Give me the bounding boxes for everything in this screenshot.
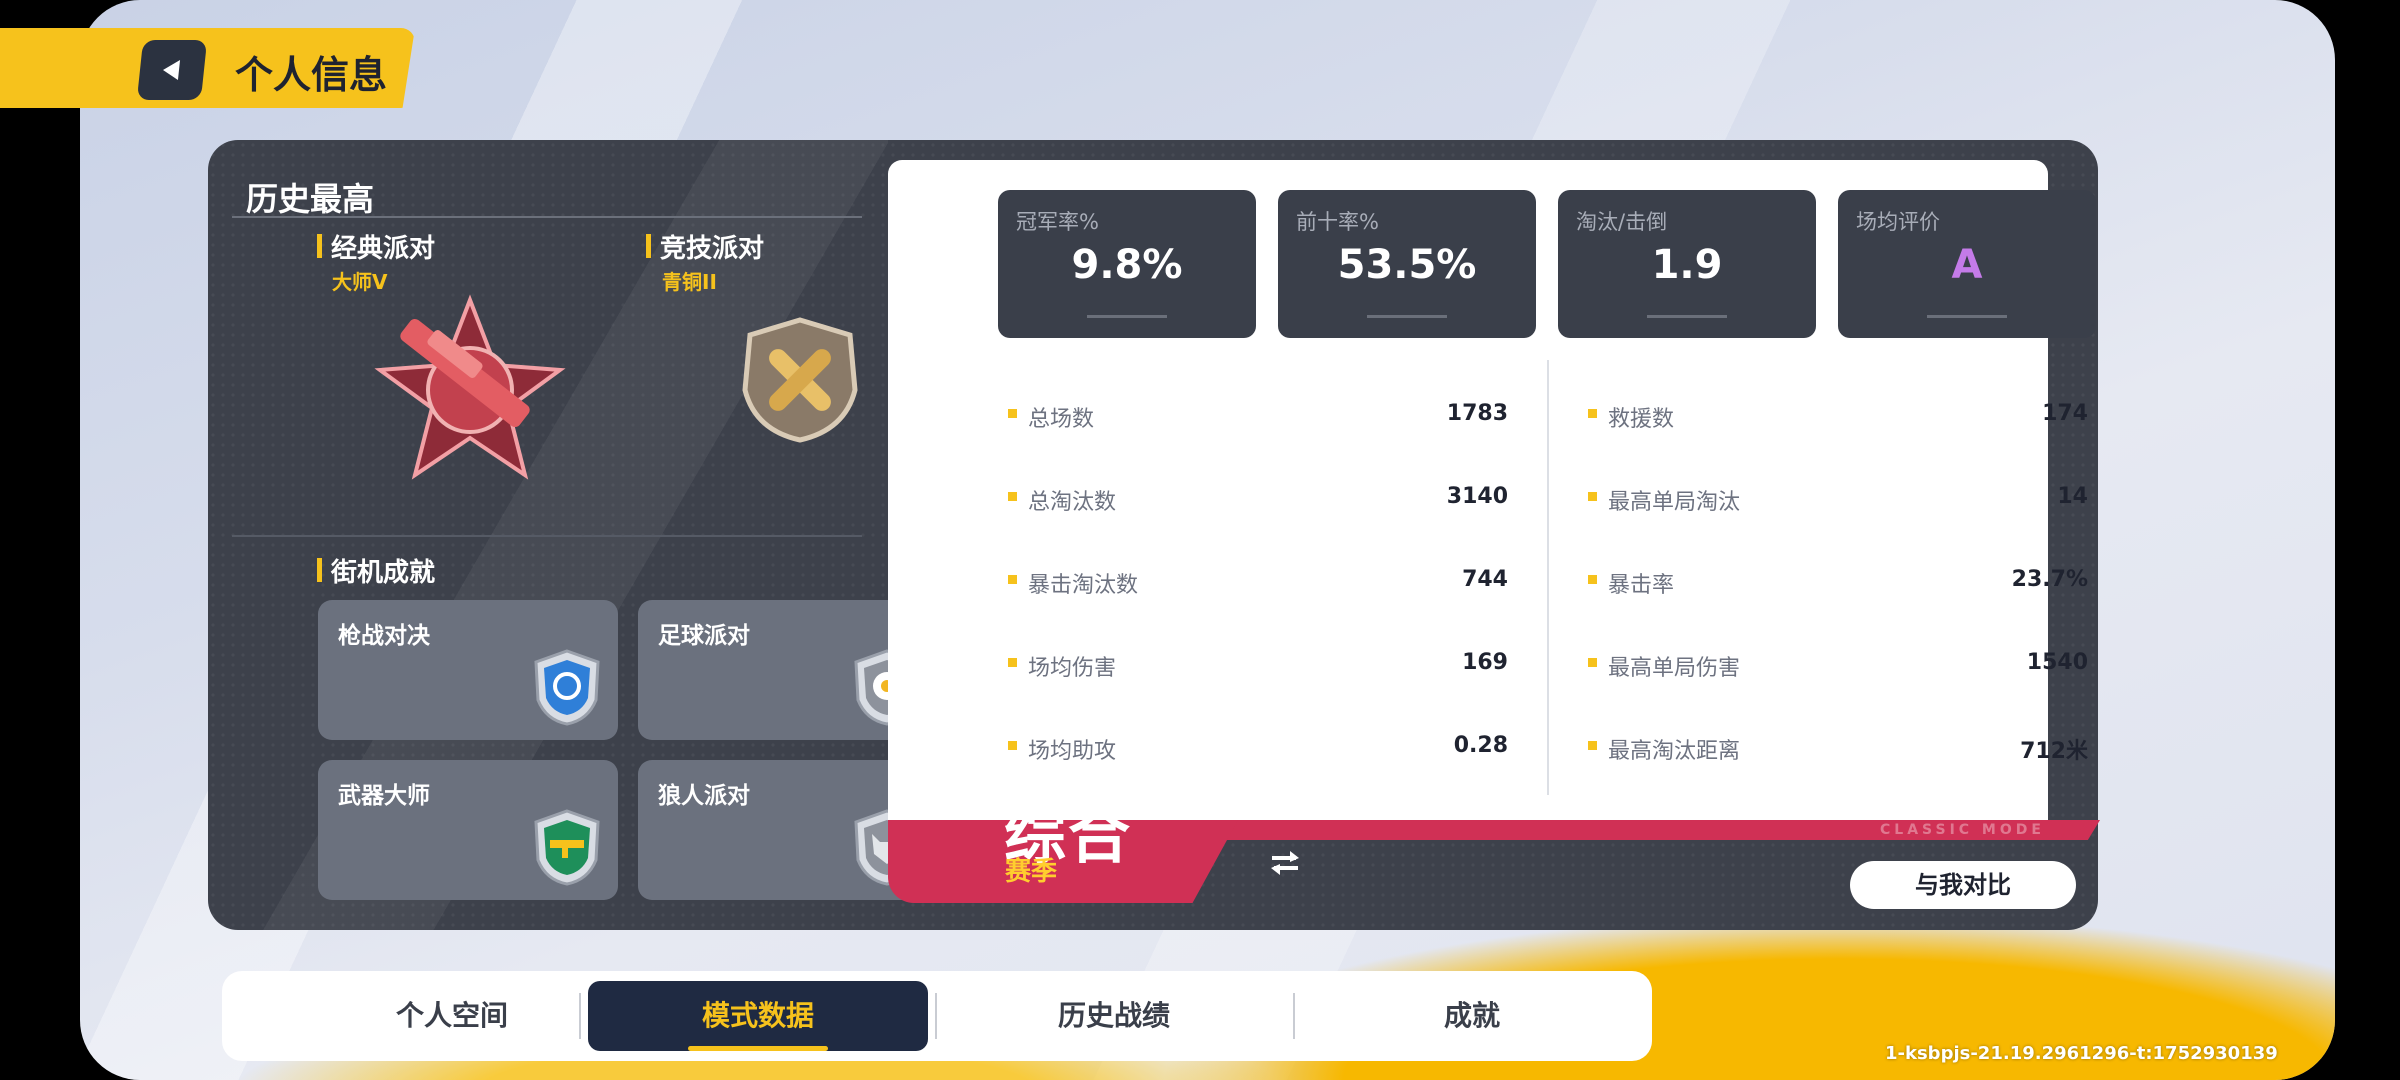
bullet <box>1008 492 1017 501</box>
bronze-rank-emblem-icon[interactable] <box>735 315 865 445</box>
stat-row-value: 169 <box>1462 650 1508 675</box>
bullet <box>1588 409 1597 418</box>
stat-row-label: 暴击淘汰数 <box>1028 573 1139 598</box>
tab-achievements[interactable]: 成就 <box>1302 971 1642 1061</box>
stat-row-value: 0.28 <box>1453 733 1508 758</box>
achievement-label: 武器大师 <box>338 783 430 809</box>
tab-personal-space[interactable]: 个人空间 <box>282 971 622 1061</box>
stat-label: 冠军率% <box>1016 210 1099 234</box>
stat-value: 9.8% <box>1071 242 1183 288</box>
achievement-label: 狼人派对 <box>658 783 750 809</box>
achievement-label: 足球派对 <box>658 623 750 649</box>
stat-row-total-kills: 总淘汰数 3140 <box>1008 478 1508 518</box>
stat-row-value: 3140 <box>1446 484 1508 509</box>
divider <box>232 216 862 218</box>
page-title: 个人信息 <box>235 53 388 97</box>
stat-win-rate: 冠军率% 9.8% <box>998 190 1256 338</box>
ranked-mode-rank: 青铜II <box>662 270 717 294</box>
stat-row-total-matches: 总场数 1783 <box>1008 395 1508 435</box>
stat-row-label: 总场数 <box>1028 407 1095 432</box>
bullet <box>1588 658 1597 667</box>
tab-separator <box>579 993 581 1039</box>
bullet <box>1588 492 1597 501</box>
bullet <box>1008 409 1017 418</box>
stat-row-label: 最高单局伤害 <box>1608 656 1741 681</box>
stat-row-label: 总淘汰数 <box>1028 490 1117 515</box>
tab-separator <box>1293 993 1295 1039</box>
stat-value: 1.9 <box>1651 242 1723 288</box>
stat-row-avg-damage: 场均伤害 169 <box>1008 644 1508 684</box>
gunfight-badge-icon <box>534 649 600 726</box>
stat-value: A <box>1951 242 1983 288</box>
divider <box>232 535 862 537</box>
build-version-text: 1-ksbpjs-21.19.2961296-t:1752930139 <box>1885 1043 2278 1064</box>
tab-match-history[interactable]: 历史战绩 <box>944 971 1284 1061</box>
back-arrow-icon <box>163 60 181 80</box>
stat-row-label: 最高淘汰距离 <box>1608 739 1741 764</box>
stat-row-value: 1540 <box>2026 650 2088 675</box>
stat-row-value: 1783 <box>1446 401 1508 426</box>
stat-underline <box>1367 315 1447 318</box>
stat-row-label: 暴击率 <box>1608 573 1675 598</box>
weapon-master-badge-icon <box>534 809 600 886</box>
stat-row-crit-kills: 暴击淘汰数 744 <box>1008 561 1508 601</box>
stat-row-label: 场均伤害 <box>1028 656 1117 681</box>
column-divider <box>1547 360 1549 795</box>
stat-row-avg-assists: 场均助攻 0.28 <box>1008 727 1508 767</box>
history-title: 历史最高 <box>246 180 375 218</box>
stat-row-value: 712米 <box>2020 739 2088 764</box>
stat-row-label: 救援数 <box>1608 407 1675 432</box>
arcade-title: 街机成就 <box>317 552 435 589</box>
stat-row-crit-rate: 暴击率 23.7% <box>1588 561 2088 601</box>
bullet <box>1588 575 1597 584</box>
stat-row-rescues: 救援数 174 <box>1588 395 2088 435</box>
classic-mode-watermark: CLASSIC MODE <box>1880 822 2045 838</box>
tab-mode-data[interactable]: 模式数据 <box>588 981 928 1051</box>
achievement-card-weapon-master[interactable]: 武器大师 <box>318 760 618 900</box>
stat-row-value: 14 <box>2057 484 2088 509</box>
stat-row-label: 场均助攻 <box>1028 739 1117 764</box>
season-label: 赛季 <box>1005 857 1058 887</box>
stat-value: 53.5% <box>1337 242 1477 288</box>
stat-label: 场均评价 <box>1856 210 1940 234</box>
stat-underline <box>1087 315 1167 318</box>
stat-label: 前十率% <box>1296 210 1379 234</box>
classic-mode-title: 经典派对 <box>317 228 435 265</box>
stat-row-label: 最高单局淘汰 <box>1608 490 1741 515</box>
achievement-card-gunfight[interactable]: 枪战对决 <box>318 600 618 740</box>
stat-avg-rating: 场均评价 A <box>1838 190 2096 338</box>
stat-row-value: 744 <box>1462 567 1508 592</box>
stat-kd: 淘汰/击倒 1.9 <box>1558 190 1816 338</box>
stat-label: 淘汰/击倒 <box>1576 210 1668 234</box>
achievement-label: 枪战对决 <box>338 623 430 649</box>
stat-underline <box>1647 315 1727 318</box>
swap-icon[interactable] <box>1268 848 1302 878</box>
stat-top10-rate: 前十率% 53.5% <box>1278 190 1536 338</box>
ranked-mode-title: 竞技派对 <box>646 228 764 265</box>
bullet <box>1008 741 1017 750</box>
bullet <box>1008 575 1017 584</box>
stat-row-max-damage: 最高单局伤害 1540 <box>1588 644 2088 684</box>
master-rank-emblem-icon[interactable] <box>370 290 570 490</box>
compare-with-me-button[interactable]: 与我对比 <box>1850 861 2076 909</box>
bullet <box>1588 741 1597 750</box>
stat-row-max-kills: 最高单局淘汰 14 <box>1588 478 2088 518</box>
bottom-tab-bar: 个人空间 模式数据 历史战绩 成就 <box>222 971 1652 1061</box>
stat-row-value: 174 <box>2042 401 2088 426</box>
stat-row-value: 23.7% <box>2011 567 2088 592</box>
back-button[interactable] <box>136 40 208 100</box>
bullet <box>1008 658 1017 667</box>
stat-underline <box>1927 315 2007 318</box>
stat-row-max-kill-distance: 最高淘汰距离 712米 <box>1588 727 2088 767</box>
tab-separator <box>935 993 937 1039</box>
